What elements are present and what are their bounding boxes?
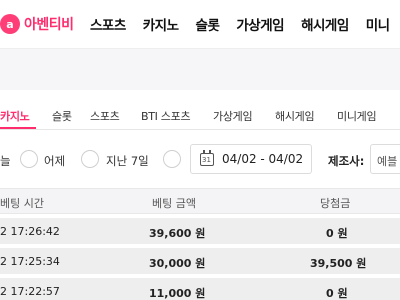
maker-label: 제조사:	[328, 154, 365, 168]
brand-logo[interactable]: a 아벤티비	[0, 12, 74, 36]
last7days-radio[interactable]	[81, 150, 99, 168]
column-bet-time: 베팅 시간	[0, 197, 44, 210]
tab-mini-game[interactable]: 미니게임	[337, 108, 377, 124]
date-filter-bar: 늘 어제 지난 7일 31 04/02 - 04/02 제조사: 예블	[0, 138, 400, 182]
date-range-value: 04/02 - 04/02	[222, 152, 304, 166]
nav-item-hash-game[interactable]: 해시게임	[301, 14, 349, 34]
nav-item-virtual-game[interactable]: 가상게임	[236, 14, 284, 34]
calendar-icon: 31	[200, 150, 214, 166]
date-range-picker[interactable]: 31 04/02 - 04/02	[190, 144, 312, 174]
table-row[interactable]: 2 17:22:57 11,000 원 0 원	[0, 278, 400, 300]
tab-slot[interactable]: 슬롯	[52, 108, 72, 124]
bet-history-table-header: 베팅 시간 베팅 금액 당첨금	[0, 188, 400, 214]
cell-win-amount: 39,500 원	[310, 257, 367, 270]
custom-range-radio[interactable]	[163, 150, 181, 168]
nav-item-slot[interactable]: 슬롯	[196, 14, 220, 34]
cell-bet-time: 2 17:25:34	[0, 255, 60, 268]
last7days-label[interactable]: 지난 7일	[106, 153, 149, 169]
cell-bet-amount: 30,000 원	[149, 257, 206, 270]
cell-win-amount: 0 원	[326, 227, 348, 240]
table-row[interactable]: 2 17:26:42 39,600 원 0 원	[0, 218, 400, 246]
top-navigation: a 아벤티비 스포츠 카지노 슬롯 가상게임 해시게임 미니	[0, 0, 400, 48]
game-category-tabs: 카지노 슬롯 스포츠 BTI 스포츠 가상게임 해시게임 미니게임	[0, 100, 400, 130]
maker-select-value: 예블	[377, 155, 398, 168]
column-bet-amount: 베팅 금액	[152, 197, 196, 210]
tab-virtual-game[interactable]: 가상게임	[213, 108, 253, 124]
nav-item-casino[interactable]: 카지노	[143, 14, 179, 34]
nav-item-sports[interactable]: 스포츠	[90, 14, 126, 34]
cell-win-amount: 0 원	[326, 287, 348, 300]
today-option-label[interactable]: 늘	[0, 153, 11, 169]
cell-bet-time: 2 17:22:57	[0, 285, 60, 298]
column-win-amount: 당첨금	[320, 197, 351, 210]
main-nav: 스포츠 카지노 슬롯 가상게임 해시게임 미니	[90, 14, 400, 34]
logo-icon: a	[0, 14, 20, 34]
yesterday-radio[interactable]	[20, 150, 38, 168]
table-row[interactable]: 2 17:25:34 30,000 원 39,500 원	[0, 248, 400, 276]
maker-select[interactable]: 예블	[370, 144, 400, 174]
nav-item-mini[interactable]: 미니	[366, 14, 390, 34]
tab-hash-game[interactable]: 해시게임	[275, 108, 315, 124]
cell-bet-time: 2 17:26:42	[0, 225, 60, 238]
tab-bti-sports[interactable]: BTI 스포츠	[141, 108, 191, 124]
cell-bet-amount: 11,000 원	[149, 287, 206, 300]
tab-casino[interactable]: 카지노	[0, 108, 30, 124]
active-tab-indicator	[0, 127, 36, 129]
yesterday-label[interactable]: 어제	[44, 153, 65, 169]
tab-sports[interactable]: 스포츠	[90, 108, 120, 124]
cell-bet-amount: 39,600 원	[149, 227, 206, 240]
logo-text: 아벤티비	[24, 17, 74, 33]
header-band	[0, 48, 400, 90]
